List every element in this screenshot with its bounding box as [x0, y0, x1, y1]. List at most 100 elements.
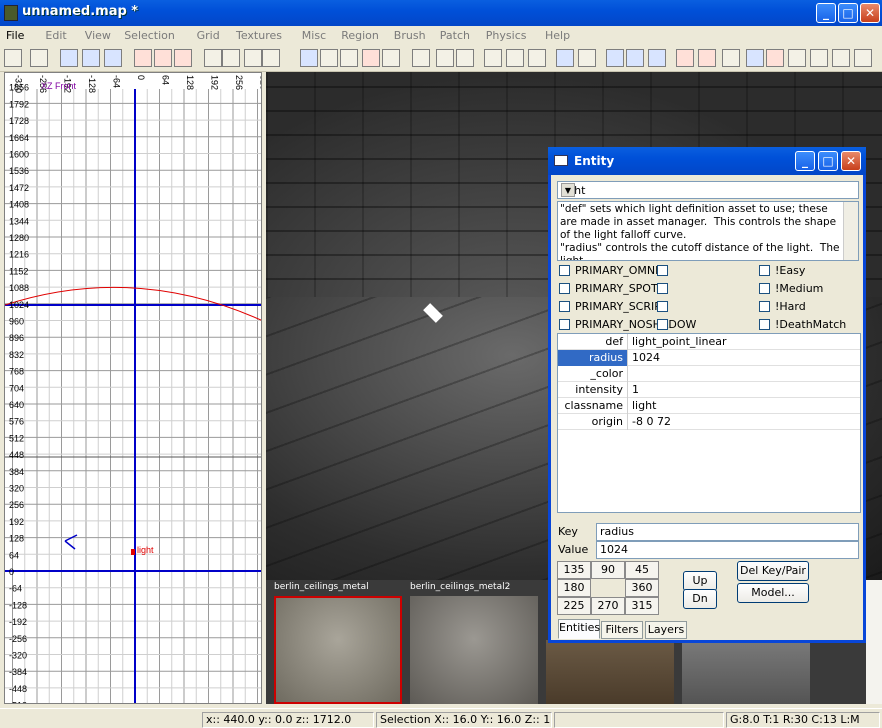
spawnflag-checkbox[interactable]: [657, 318, 673, 331]
toolbar-tool-icon[interactable]: [484, 49, 502, 67]
texture-thumbnail[interactable]: [546, 640, 674, 704]
toolbar-tool-icon[interactable]: [204, 49, 222, 67]
toolbar-tool-icon[interactable]: [134, 49, 152, 67]
toolbar-tool-icon[interactable]: [320, 49, 338, 67]
angle-button[interactable]: 90: [591, 561, 625, 579]
toolbar-tool-icon[interactable]: [698, 49, 716, 67]
toolbar-tool-icon[interactable]: [300, 49, 318, 67]
angle-button[interactable]: 270: [591, 597, 625, 615]
menu-item[interactable]: Patch: [440, 29, 470, 42]
up-button[interactable]: Up: [683, 571, 717, 591]
key-value-table[interactable]: def light_point_linear radius 1024 _color int…: [557, 333, 861, 513]
toolbar-tool-icon[interactable]: [222, 49, 240, 67]
spawnflag-checkbox[interactable]: PRIMARY_NOSHADOW: [559, 318, 696, 331]
toolbar-tool-icon[interactable]: [648, 49, 666, 67]
table-row[interactable]: _color: [558, 366, 860, 382]
menu-item[interactable]: Grid: [197, 29, 220, 42]
toolbar-tool-icon[interactable]: [154, 49, 172, 67]
spawnflag-checkbox[interactable]: PRIMARY_SPOT: [559, 282, 658, 295]
angle-button[interactable]: 225: [557, 597, 591, 615]
toolbar-tool-icon[interactable]: [82, 49, 100, 67]
toolbar-tool-icon[interactable]: [506, 49, 524, 67]
table-row[interactable]: radius 1024: [558, 350, 860, 366]
toolbar-tool-icon[interactable]: [832, 49, 850, 67]
toolbar-tool-icon[interactable]: [60, 49, 78, 67]
toolbar-tool-icon[interactable]: [626, 49, 644, 67]
key-input[interactable]: radius: [596, 523, 859, 541]
toolbar-tool-icon[interactable]: [244, 49, 262, 67]
menu-item[interactable]: Misc: [302, 29, 326, 42]
checkbox-box[interactable]: [657, 283, 668, 294]
angle-button[interactable]: 360: [625, 579, 659, 597]
menu-item[interactable]: Edit: [45, 29, 66, 42]
checkbox-box[interactable]: [759, 283, 770, 294]
angle-button[interactable]: 315: [625, 597, 659, 615]
checkbox-box[interactable]: [657, 319, 668, 330]
spawnflag-checkbox[interactable]: [657, 282, 673, 295]
tab-filters[interactable]: Filters: [601, 621, 643, 639]
spawnflag-checkbox[interactable]: PRIMARY_OMNI: [559, 264, 658, 277]
spawnflag-checkbox[interactable]: [657, 300, 673, 313]
texture-thumbnail[interactable]: [410, 596, 538, 704]
entity-maximize-button[interactable]: □: [818, 151, 838, 171]
model-button[interactable]: Model...: [737, 583, 809, 603]
menu-item[interactable]: Help: [545, 29, 570, 42]
table-row[interactable]: classname light: [558, 398, 860, 414]
delete-key-pair-button[interactable]: Del Key/Pair: [737, 561, 809, 581]
checkbox-box[interactable]: [559, 283, 570, 294]
checkbox-box[interactable]: [759, 301, 770, 312]
grid-canvas[interactable]: light -320 -256 -192 -128 -64 0 64 128 192 256 320 X…: [5, 73, 262, 704]
minimize-button[interactable]: _: [816, 3, 836, 23]
tab-entities[interactable]: Entities: [558, 619, 600, 639]
down-button[interactable]: Dn: [683, 589, 717, 609]
entity-close-button[interactable]: ✕: [841, 151, 861, 171]
menu-item[interactable]: Region: [341, 29, 379, 42]
toolbar-tool-icon[interactable]: [854, 49, 872, 67]
spawnflag-checkbox[interactable]: !Hard: [759, 300, 806, 313]
description-scrollbar[interactable]: [843, 202, 858, 260]
menu-item[interactable]: Brush: [394, 29, 426, 42]
toolbar-tool-icon[interactable]: [412, 49, 430, 67]
classname-combo[interactable]: light ▼: [557, 181, 859, 199]
table-row[interactable]: intensity 1: [558, 382, 860, 398]
toolbar-tool-icon[interactable]: [262, 49, 280, 67]
value-input[interactable]: 1024: [596, 541, 859, 559]
toolbar-tool-icon[interactable]: [456, 49, 474, 67]
toolbar-tool-icon[interactable]: [340, 49, 358, 67]
checkbox-box[interactable]: [759, 319, 770, 330]
spawnflag-checkbox[interactable]: !Easy: [759, 264, 805, 277]
checkbox-box[interactable]: [759, 265, 770, 276]
checkbox-box[interactable]: [559, 301, 570, 312]
texture-thumbnail-selected[interactable]: [274, 596, 402, 704]
angle-button[interactable]: 180: [557, 579, 591, 597]
maximize-button[interactable]: □: [838, 3, 858, 23]
texture-scrollbar[interactable]: [866, 580, 882, 704]
angle-button[interactable]: 135: [557, 561, 591, 579]
menu-item[interactable]: View: [85, 29, 111, 42]
toolbar-tool-icon[interactable]: [578, 49, 596, 67]
spawnflag-checkbox[interactable]: !DeathMatch: [759, 318, 846, 331]
table-row[interactable]: origin -8 0 72: [558, 414, 860, 430]
spawnflag-checkbox[interactable]: PRIMARY_SCRIPT: [559, 300, 668, 313]
toolbar-tool-icon[interactable]: [746, 49, 764, 67]
checkbox-box[interactable]: [657, 301, 668, 312]
chevron-down-icon[interactable]: ▼: [561, 183, 575, 197]
toolbar-tool-icon[interactable]: [606, 49, 624, 67]
toolbar-tool-icon[interactable]: [788, 49, 806, 67]
toolbar-tool-icon[interactable]: [676, 49, 694, 67]
menu-item[interactable]: Physics: [486, 29, 527, 42]
toolbar-tool-icon[interactable]: [766, 49, 784, 67]
toolbar-tool-icon[interactable]: [362, 49, 380, 67]
toolbar-tool-icon[interactable]: [382, 49, 400, 67]
entity-minimize-button[interactable]: _: [795, 151, 815, 171]
toolbar-tool-icon[interactable]: [104, 49, 122, 67]
menu-item[interactable]: Selection: [124, 29, 175, 42]
angle-button[interactable]: 45: [625, 561, 659, 579]
toolbar-tool-icon[interactable]: [436, 49, 454, 67]
menu-item[interactable]: Textures: [236, 29, 282, 42]
toolbar-tool-icon[interactable]: [528, 49, 546, 67]
toolbar-tool-icon[interactable]: [556, 49, 574, 67]
checkbox-box[interactable]: [559, 265, 570, 276]
tab-layers[interactable]: Layers: [645, 621, 687, 639]
table-row[interactable]: def light_point_linear: [558, 334, 860, 350]
